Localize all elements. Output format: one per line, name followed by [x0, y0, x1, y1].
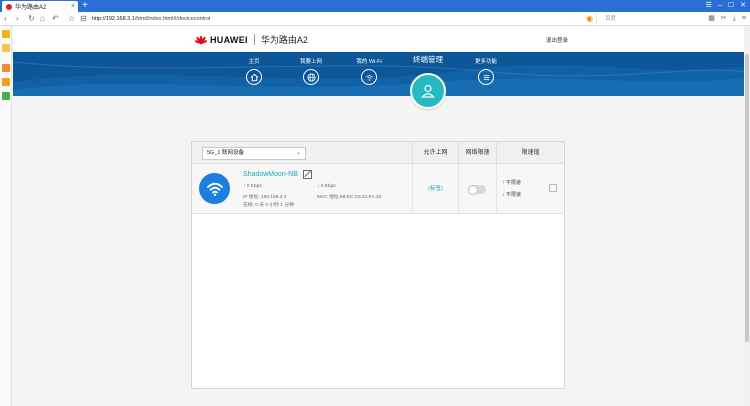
- rate-cell: ↑ 不限速 ↓ 不限速: [496, 164, 564, 214]
- window-menu-icon[interactable]: ☰: [706, 0, 712, 12]
- nav-more-label: 更多功能: [474, 59, 497, 65]
- upload-speed: ↑ 0 Kbps: [243, 184, 262, 189]
- download-speed: ↓ 0 Kbps: [317, 184, 336, 189]
- game-icon[interactable]: [2, 78, 10, 86]
- page-scrollbar[interactable]: [744, 26, 750, 406]
- browser-toolbar: ▦ ✂ ⤓ ≡: [708, 13, 746, 25]
- nav-home[interactable]: 主页: [229, 57, 279, 85]
- bookmark-icon[interactable]: ⊟: [80, 13, 87, 25]
- speed-limit-toggle[interactable]: [468, 184, 486, 195]
- close-window-icon[interactable]: ✕: [740, 0, 746, 12]
- address-bar: ‹ › ↻ ⌂ ↶ ☆ ⊟ http://192.168.3.1/html/in…: [0, 12, 750, 26]
- window-controls: ☰ – ☐ ✕: [706, 0, 746, 12]
- chevron-down-icon: ⌄: [295, 150, 301, 156]
- logo-divider: [253, 34, 255, 45]
- new-tab-icon[interactable]: +: [82, 0, 88, 12]
- col-rate: 限速值: [496, 142, 564, 164]
- col-allow: 允许上网: [412, 142, 458, 164]
- tab-title: 华为路由A2: [15, 5, 47, 11]
- browser-tab-bar: 华为路由A2 × + ☰ – ☐ ✕: [0, 0, 750, 12]
- download-speed-value: 0 Kbps: [320, 184, 336, 189]
- menu-icon[interactable]: ≡: [742, 13, 746, 25]
- nav-internet-label: 我要上网: [299, 59, 322, 65]
- home-icon: [246, 69, 262, 85]
- browser-tab[interactable]: 华为路由A2 ×: [2, 1, 78, 12]
- maximize-icon[interactable]: ☐: [728, 0, 734, 12]
- col-limit: 网络限速: [458, 142, 496, 164]
- close-tab-icon[interactable]: ×: [71, 3, 75, 10]
- device-ip: IP 地址: 192.168.3.4: [243, 195, 287, 200]
- active-devices-badge[interactable]: [410, 73, 446, 109]
- selected-filter: 5G_1 联网设备: [207, 150, 244, 156]
- nav-internet[interactable]: 我要上网: [286, 57, 336, 85]
- router-model: 华为路由A2: [260, 35, 308, 45]
- url-host: http://192.168.3.1: [92, 16, 135, 22]
- brand-name: HUAWEI: [210, 34, 248, 45]
- rate-up: ↑ 不限速: [502, 180, 521, 186]
- huawei-favicon-icon: [6, 3, 12, 10]
- url-field[interactable]: http://192.168.3.1/html/index.html#/devi…: [92, 14, 572, 24]
- back-icon[interactable]: ‹: [4, 13, 7, 25]
- nav-wifi-label: 我的 Wi-Fi: [356, 59, 382, 65]
- reload-icon[interactable]: ↻: [28, 13, 35, 25]
- user-icon: [421, 84, 435, 98]
- device-name: ShadowMoon-NB: [243, 171, 298, 178]
- minimize-icon[interactable]: –: [718, 0, 722, 12]
- upload-speed-value: 0 Kbps: [246, 184, 262, 189]
- limit-cell: [458, 164, 496, 214]
- favorites-icon[interactable]: [2, 30, 10, 38]
- scissors-icon[interactable]: ✂: [721, 13, 727, 25]
- toggle-knob: [468, 184, 478, 195]
- huawei-flower-icon: [195, 35, 207, 44]
- nav-devices[interactable]: 终端管理: [403, 54, 453, 65]
- menu-icon: [478, 69, 494, 85]
- globe-icon: [303, 69, 319, 85]
- download-icon[interactable]: ⤓: [733, 13, 736, 25]
- logout-link[interactable]: 退出登录: [546, 36, 568, 44]
- url-path: /html/index.html#/devicecontrol: [134, 16, 211, 22]
- huawei-logo: HUAWEI 华为路由A2: [195, 33, 308, 46]
- rate-up-value: 不限速: [505, 180, 521, 186]
- wifi-icon: [361, 69, 377, 85]
- network-filter-select[interactable]: 5G_1 联网设备 ⌄: [202, 147, 306, 160]
- nav-banner: 主页 我要上网 我的 Wi-Fi 终端管理 更多功能: [13, 52, 744, 96]
- undo-icon[interactable]: ↶: [52, 13, 59, 25]
- star-icon[interactable]: ☆: [68, 13, 75, 25]
- nav-home-label: 主页: [248, 59, 260, 65]
- nav-devices-label: 终端管理: [413, 55, 443, 64]
- edit-rate-icon[interactable]: [549, 184, 557, 192]
- edit-name-icon[interactable]: [303, 170, 312, 179]
- router-page: HUAWEI 华为路由A2 退出登录 主页 我要上网 我的 Wi-Fi 终端管理…: [13, 26, 744, 406]
- eye-icon[interactable]: ◉: [586, 13, 593, 25]
- online-duration: 在线: 0 天 0 小时 1 分钟: [243, 203, 294, 208]
- wifi-device-icon: [199, 173, 230, 204]
- rate-down-value: 不限速: [505, 192, 521, 198]
- rate-down: ↓ 不限速: [502, 192, 521, 198]
- device-mac: MAC 地址:68:EC:C5:41:FA:32: [317, 195, 382, 200]
- nav-wifi[interactable]: 我的 Wi-Fi: [344, 57, 394, 85]
- table-row: ShadowMoon-NB ↑ 0 Kbps ↓ 0 Kbps IP 地址: 1…: [192, 164, 564, 214]
- rss-icon[interactable]: [2, 64, 10, 72]
- page-header: HUAWEI 华为路由A2 退出登录: [13, 26, 744, 52]
- allow-status: (标签): [428, 186, 443, 192]
- allow-internet-cell[interactable]: (标签): [412, 164, 458, 214]
- nav-more[interactable]: 更多功能: [461, 57, 511, 85]
- forward-icon[interactable]: ›: [16, 13, 19, 25]
- search-input[interactable]: 百度: [596, 14, 690, 24]
- browser-sidebar: [0, 26, 12, 406]
- device-table: 5G_1 联网设备 ⌄ 允许上网 网络限速 限速值 ShadowMoon-NB …: [191, 141, 565, 389]
- app-icon[interactable]: [2, 92, 10, 100]
- grid-icon[interactable]: ▦: [708, 13, 715, 25]
- home-icon[interactable]: ⌂: [40, 13, 45, 25]
- scroll-thumb[interactable]: [745, 54, 749, 342]
- table-header: 5G_1 联网设备 ⌄ 允许上网 网络限速 限速值: [192, 142, 564, 164]
- notes-icon[interactable]: [2, 44, 10, 52]
